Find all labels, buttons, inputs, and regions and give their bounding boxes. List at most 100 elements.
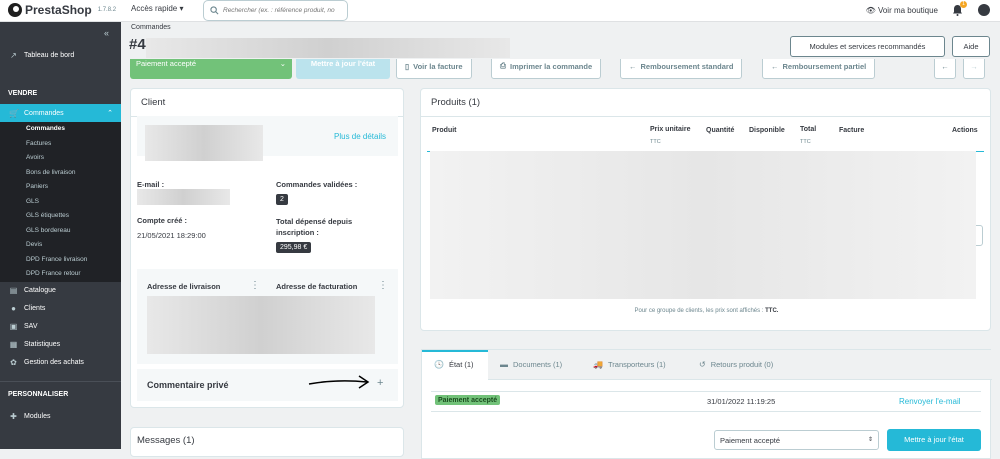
sidebar-item-sav[interactable]: ▣ SAV <box>0 318 121 336</box>
col-total: Total <box>800 126 817 133</box>
products-card: Produits (1) Produit Prix unitaire TTC Q… <box>420 88 991 331</box>
view-invoice-button[interactable]: ▯ Voir la facture <box>396 59 472 79</box>
redacted-customer-name <box>145 125 263 161</box>
validated-orders-label: Commandes validées : <box>276 180 358 189</box>
eye-icon: 👁 <box>865 5 876 15</box>
quick-access-label: Accès rapide <box>131 4 178 13</box>
submenu-orders[interactable]: Commandes <box>0 122 121 137</box>
prices-note: Pour ce groupe de clients, les prix sont… <box>421 308 992 314</box>
breadcrumb[interactable]: Commandes <box>131 24 171 31</box>
submenu-carts[interactable]: Paniers <box>0 180 121 195</box>
file-icon: ▯ <box>405 61 410 71</box>
col-unit-price: Prix unitaire <box>650 126 691 133</box>
prestashop-logo-icon <box>8 3 22 17</box>
total-spent-value: 295,98 € <box>276 242 312 253</box>
sidebar-item-purchases[interactable]: ✿ Gestion des achats <box>0 354 121 372</box>
sidebar-item-catalog[interactable]: ▤ Catalogue <box>0 282 121 300</box>
tab-status-label: État (1) <box>448 359 474 369</box>
sidebar-item-customers[interactable]: ● Clients <box>0 300 121 318</box>
partial-refund-button[interactable]: ← Remboursement partiel <box>762 59 876 79</box>
history-status-badge: Paiement accepté <box>435 395 501 405</box>
collapse-sidebar-icon[interactable]: « <box>104 28 109 38</box>
tab-carriers[interactable]: 🚚 Transporteurs (1) <box>593 350 666 378</box>
redacted-addresses <box>147 296 375 354</box>
tab-product-returns[interactable]: ↺ Retours produit (0) <box>699 350 773 378</box>
help-button[interactable]: Aide <box>952 36 990 57</box>
sidebar-item-dashboard[interactable]: ↗ Tableau de bord <box>0 46 121 64</box>
shipping-more-icon[interactable]: ⋮ <box>250 280 260 291</box>
submenu-invoices[interactable]: Factures <box>0 137 121 152</box>
submenu-dpd-delivery[interactable]: DPD France livraison <box>0 253 121 268</box>
search-input[interactable] <box>223 7 341 14</box>
add-comment-button[interactable]: + <box>377 377 383 389</box>
account-circle-icon: ● <box>11 304 16 313</box>
previous-order-button[interactable]: ← <box>934 59 956 79</box>
billing-address-label: Adresse de facturation <box>276 282 358 291</box>
store-icon: ▤ <box>9 286 18 295</box>
sidebar-item-modules[interactable]: ✚ Modules <box>0 408 121 426</box>
col-actions: Actions <box>952 127 978 134</box>
search-box[interactable] <box>203 0 348 21</box>
sidebar-item-label: Modules <box>24 413 51 420</box>
standard-refund-label: Remboursement standard <box>640 61 734 71</box>
submenu-quotes[interactable]: Devis <box>0 238 121 253</box>
puzzle-icon: ✿ <box>10 358 17 367</box>
prestashop-logo[interactable]: PrestaShop 1.7.8.2 <box>8 3 116 17</box>
recommended-modules-button[interactable]: Modules et services recommandés <box>790 36 945 57</box>
col-product: Produit <box>432 127 457 134</box>
more-details-link[interactable]: Plus de détails <box>334 132 386 141</box>
prices-note-text: Pour ce groupe de clients, les prix sont… <box>634 308 766 314</box>
version-label: 1.7.8.2 <box>97 7 117 13</box>
sidebar-item-stats[interactable]: ▦ Statistiques <box>0 336 121 354</box>
submenu-dpd-return[interactable]: DPD France retour <box>0 267 121 282</box>
col-quantity: Quantité <box>706 127 735 134</box>
arrow-right-icon: → <box>970 61 978 71</box>
history-date: 31/01/2022 11:19:25 <box>707 397 776 406</box>
client-card: Client Plus de détails E-mail : Commande… <box>130 88 404 408</box>
sidebar-item-orders[interactable]: 🛒 Commandes ⌃ <box>0 104 121 122</box>
billing-more-icon[interactable]: ⋮ <box>378 280 388 291</box>
order-actions-bar: Paiement accepté ⌄ Mettre à jour l'état ▯… <box>121 59 1000 82</box>
history-update-button[interactable]: Mettre à jour l'état <box>887 429 981 451</box>
total-ttc: TTC <box>800 139 811 145</box>
redacted-email <box>137 189 230 205</box>
sidebar: « ↗ Tableau de bord VENDRE 🛒 Commandes ⌃ Co… <box>0 22 121 449</box>
user-avatar[interactable] <box>978 4 990 16</box>
brand-name: PrestaShop <box>25 3 92 17</box>
tab-status[interactable]: 🕓 État (1) <box>434 350 474 378</box>
notifications-button[interactable]: 1 <box>952 1 967 16</box>
sidebar-item-label: SAV <box>24 323 38 330</box>
caret-down-icon: ▾ <box>179 4 184 13</box>
print-order-button[interactable]: ⎙ Imprimer la commande <box>491 59 602 79</box>
shipping-address-label: Adresse de livraison <box>147 282 221 291</box>
messages-card: Messages (1) <box>130 427 404 457</box>
view-shop-link[interactable]: 👁 Voir ma boutique <box>866 6 938 15</box>
update-status-button[interactable]: Mettre à jour l'état <box>296 59 390 79</box>
account-created-value: 21/05/2021 18:29:00 <box>137 231 206 240</box>
basket-icon: 🛒 <box>9 108 19 118</box>
submenu-gls-labels[interactable]: GLS étiquettes <box>0 209 121 224</box>
partial-refund-label: Remboursement partiel <box>782 61 867 71</box>
history-status-select[interactable]: Paiement accepté ⇕ <box>714 430 879 450</box>
tab-documents[interactable]: ▬ Documents (1) <box>500 350 562 378</box>
status-select[interactable]: Paiement accepté ⌄ <box>130 59 292 79</box>
redacted-product-rows <box>430 151 976 299</box>
resend-email-link[interactable]: Renvoyer l'e-mail <box>899 397 961 406</box>
submenu-credit-slips[interactable]: Avoirs <box>0 151 121 166</box>
submenu-gls-slip[interactable]: GLS bordereau <box>0 224 121 239</box>
view-invoice-label: Voir la facture <box>413 61 463 71</box>
messages-card-title: Messages (1) <box>137 435 195 446</box>
submenu-delivery-slips[interactable]: Bons de livraison <box>0 166 121 181</box>
tab-documents-label: Documents (1) <box>513 359 563 369</box>
submenu-gls[interactable]: GLS <box>0 195 121 210</box>
quick-access-dropdown[interactable]: Accès rapide ▾ <box>131 4 184 13</box>
print-icon: ⎙ <box>500 61 506 70</box>
orders-submenu: Commandes Factures Avoirs Bons de livrai… <box>0 122 121 282</box>
standard-refund-button[interactable]: ← Remboursement standard <box>620 59 743 79</box>
validated-orders-count: 2 <box>276 194 288 205</box>
note-icon: ▬ <box>500 359 508 369</box>
chat-icon: ▣ <box>9 322 18 331</box>
next-order-button[interactable]: → <box>963 59 985 79</box>
page-title: #4 <box>129 36 146 53</box>
history-icon: 🕓 <box>434 359 444 369</box>
